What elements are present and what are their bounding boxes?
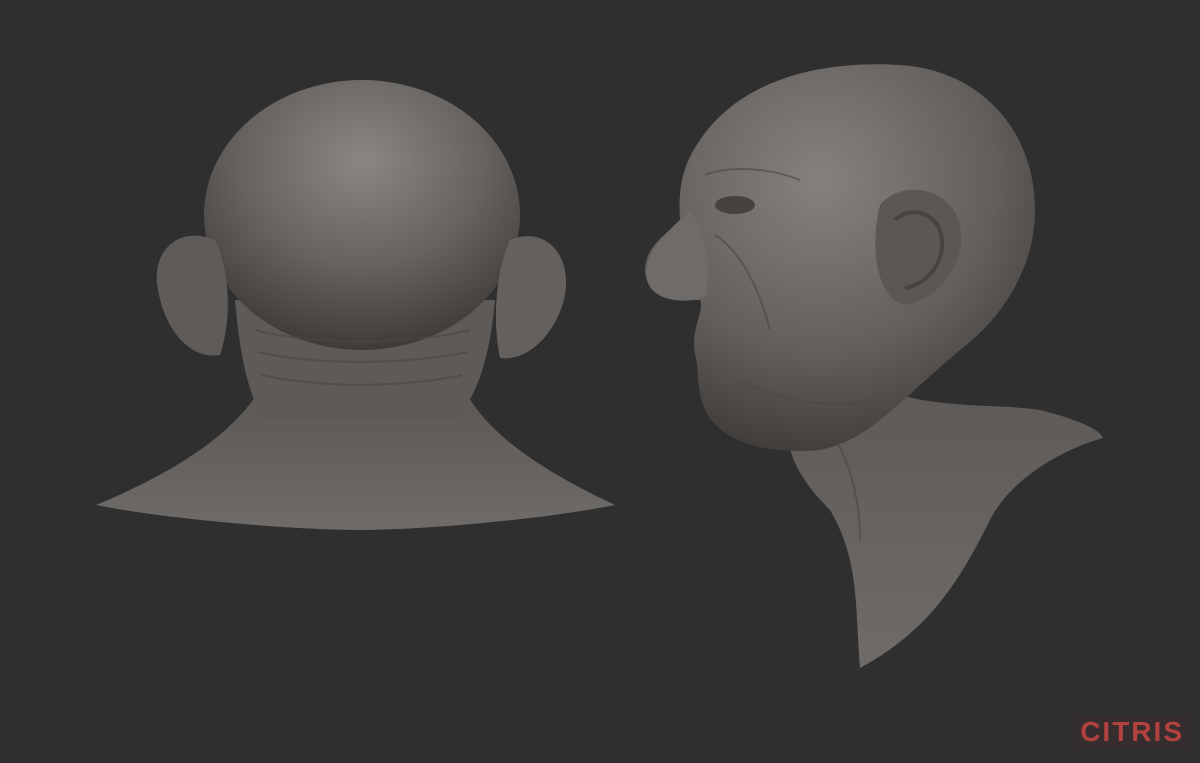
ear-left-back bbox=[156, 235, 228, 356]
head-side-view bbox=[645, 64, 1103, 668]
watermark-logo: CITRI S bbox=[1074, 715, 1190, 749]
watermark-text: CITRI bbox=[1080, 716, 1164, 747]
sculpt-render bbox=[96, 64, 1103, 668]
eye-socket-side bbox=[715, 196, 755, 214]
head-back-view bbox=[96, 80, 615, 530]
ear-right-back bbox=[495, 236, 567, 359]
skull-back bbox=[204, 80, 520, 350]
watermark-text-tail: S bbox=[1163, 716, 1184, 747]
